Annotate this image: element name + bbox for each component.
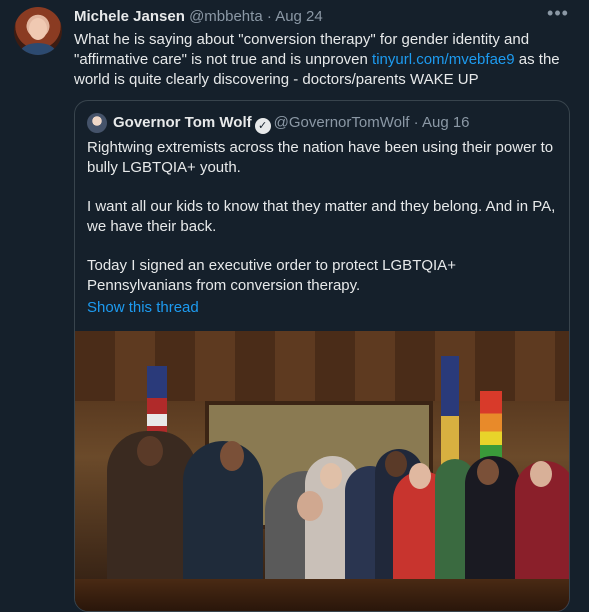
tweet-link[interactable]: tinyurl.com/mvebfae9 xyxy=(372,51,515,68)
verified-badge-icon: ✓ xyxy=(254,118,271,134)
more-icon[interactable]: ••• xyxy=(545,4,571,26)
face xyxy=(220,441,244,471)
quoted-paragraph: I want all our kids to know that they ma… xyxy=(87,198,556,235)
face xyxy=(530,461,552,487)
author-name[interactable]: Michele Jansen xyxy=(74,8,185,25)
tweet[interactable]: Michele Jansen @mbbehta · Aug 24 ••• Wha… xyxy=(0,0,589,612)
desk xyxy=(75,579,569,611)
quoted-paragraph: Rightwing extremists across the nation h… xyxy=(87,139,554,176)
quoted-paragraph: Today I signed an executive order to pro… xyxy=(87,257,456,294)
flag-right-1 xyxy=(441,356,459,476)
tweet-text: What he is saying about "conversion ther… xyxy=(74,30,574,90)
face xyxy=(297,491,323,521)
quoted-author-handle: @GovernorTomWolf xyxy=(273,114,410,131)
face xyxy=(385,451,407,477)
show-thread-link[interactable]: Show this thread xyxy=(87,299,199,316)
header-separator: · xyxy=(266,8,272,25)
face xyxy=(477,459,499,485)
quoted-author-name: Governor Tom Wolf xyxy=(113,114,252,131)
avatar-face xyxy=(29,18,47,40)
face xyxy=(137,436,163,466)
quoted-tweet[interactable]: Governor Tom Wolf ✓ @GovernorTomWolf · Aug… xyxy=(74,100,570,612)
author-avatar[interactable] xyxy=(14,7,62,55)
tweet-photo[interactable] xyxy=(75,331,569,611)
avatar-shirt xyxy=(20,43,56,55)
face xyxy=(320,463,342,489)
author-handle[interactable]: @mbbehta xyxy=(189,8,263,25)
quoted-header-separator: · xyxy=(413,114,419,131)
quoted-author-avatar xyxy=(87,113,107,133)
face xyxy=(409,463,431,489)
quoted-tweet-header: Governor Tom Wolf ✓ @GovernorTomWolf · Aug… xyxy=(113,114,470,134)
tweet-date[interactable]: Aug 24 xyxy=(275,8,323,25)
quoted-tweet-text: Rightwing extremists across the nation h… xyxy=(87,138,559,315)
quoted-tweet-date: Aug 16 xyxy=(421,114,470,131)
tweet-header: Michele Jansen @mbbehta · Aug 24 xyxy=(74,8,323,28)
